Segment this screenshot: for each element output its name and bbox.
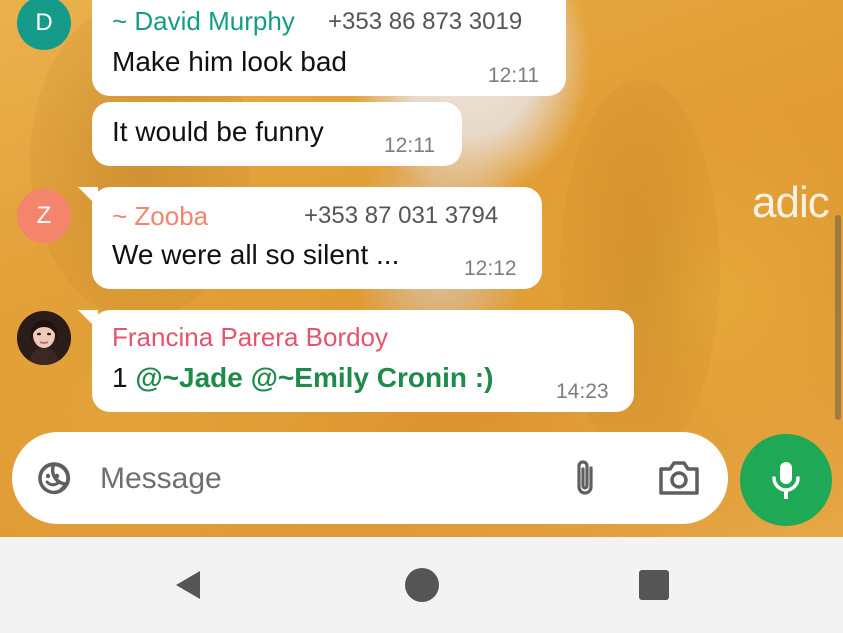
avatar-letter: D — [35, 9, 53, 36]
message-input[interactable] — [98, 456, 542, 502]
microphone-icon — [772, 462, 800, 499]
sender-name[interactable]: ~ David Murphy — [112, 6, 295, 37]
message-bubble[interactable]: ~ David Murphy +353 86 873 3019 Make him… — [92, 0, 566, 96]
mention-jade[interactable]: @~Jade — [135, 362, 242, 393]
sender-name[interactable]: Francina Parera Bordoy — [112, 322, 388, 353]
mention-emily-cronin[interactable]: @~Emily Cronin :) — [251, 362, 494, 393]
voice-message-button[interactable] — [740, 434, 832, 526]
avatar-francina-parera-bordoy[interactable] — [17, 311, 71, 365]
sticker-emoji-icon[interactable] — [32, 458, 76, 498]
nav-home-icon[interactable] — [400, 563, 444, 607]
message-text: It would be funny — [112, 116, 324, 147]
nav-recents-icon[interactable] — [632, 563, 676, 607]
message-text: We were all so silent ... — [112, 239, 400, 270]
nav-back-icon[interactable] — [166, 563, 210, 607]
camera-icon[interactable] — [654, 458, 704, 498]
sender-phone: +353 87 031 3794 — [304, 202, 499, 229]
sender-phone: +353 86 873 3019 — [328, 8, 523, 35]
message-composer — [12, 432, 728, 524]
message-text: 1 @~Jade @~Emily Cronin :) — [112, 362, 493, 394]
paperclip-icon[interactable] — [568, 456, 602, 500]
avatar-letter: Z — [36, 202, 52, 229]
wallpaper-brand-text: adic — [752, 178, 830, 227]
message-time: 12:11 — [488, 64, 539, 87]
message-time: 12:11 — [384, 134, 435, 157]
chat-scrollbar[interactable] — [835, 215, 841, 420]
message-text-prefix: 1 — [112, 362, 136, 393]
message-time: 12:12 — [464, 257, 517, 280]
sender-name[interactable]: ~ Zooba — [112, 201, 208, 232]
avatar-zooba[interactable]: Z — [17, 189, 71, 243]
message-time: 14:23 — [556, 380, 609, 403]
message-bubble[interactable]: ~ Zooba +353 87 031 3794 We were all so … — [78, 187, 542, 289]
message-bubble[interactable]: Francina Parera Bordoy 1 @~Jade @~Emily … — [78, 310, 634, 412]
message-bubble[interactable]: It would be funny 12:11 — [92, 102, 462, 166]
profile-photo-icon — [17, 311, 71, 365]
system-navigation-bar — [0, 537, 843, 633]
message-text: Make him look bad — [112, 46, 348, 77]
